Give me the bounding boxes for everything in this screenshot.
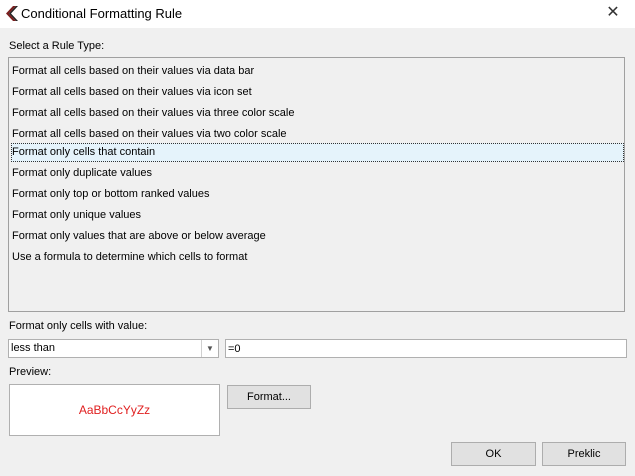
list-item[interactable]: Format all cells based on their values v… xyxy=(11,104,624,123)
preview-sample-text: AaBbCcYyZz xyxy=(78,403,151,417)
cancel-button[interactable]: Preklic xyxy=(542,442,626,466)
chevron-down-icon[interactable]: ▼ xyxy=(201,340,218,357)
list-item[interactable]: Format only values that are above or bel… xyxy=(11,227,624,246)
condition-value-input[interactable] xyxy=(225,339,627,358)
rule-type-list[interactable]: Format all cells based on their values v… xyxy=(8,57,625,312)
app-logo-icon xyxy=(6,6,18,21)
list-item-selected[interactable]: Format only cells that contain xyxy=(11,143,624,162)
operator-select[interactable]: less than ▼ xyxy=(8,339,219,358)
list-item[interactable]: Format only unique values xyxy=(11,206,624,225)
ok-button[interactable]: OK xyxy=(451,442,536,466)
window-title: Conditional Formatting Rule xyxy=(21,6,183,21)
close-icon[interactable]: ✕ xyxy=(601,3,625,23)
operator-value: less than xyxy=(11,342,56,354)
format-button[interactable]: Format... xyxy=(227,385,311,409)
condition-label: Format only cells with value: xyxy=(9,320,148,332)
rule-type-label: Select a Rule Type: xyxy=(9,40,105,52)
list-item[interactable]: Format only duplicate values xyxy=(11,164,624,183)
preview-label: Preview: xyxy=(9,366,52,378)
list-item[interactable]: Format only top or bottom ranked values xyxy=(11,185,624,204)
list-item[interactable]: Format all cells based on their values v… xyxy=(11,125,624,144)
list-item[interactable]: Use a formula to determine which cells t… xyxy=(11,248,624,267)
list-item[interactable]: Format all cells based on their values v… xyxy=(11,62,624,81)
preview-box: AaBbCcYyZz xyxy=(9,384,220,436)
list-item[interactable]: Format all cells based on their values v… xyxy=(11,83,624,102)
